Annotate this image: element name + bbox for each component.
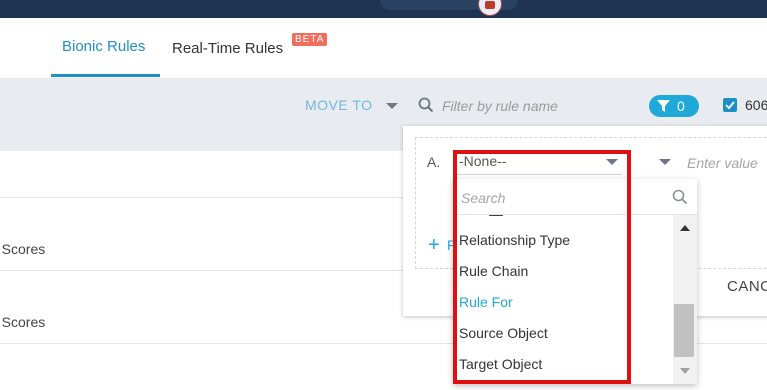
field-dropdown: Relationship Type Rule Chain Rule For So… [453, 179, 697, 384]
dropdown-options: Relationship Type Rule Chain Rule For So… [453, 215, 673, 384]
filter-count: 0 [677, 98, 685, 114]
dropdown-search [453, 179, 697, 215]
scrollbar-thumb[interactable] [674, 304, 694, 357]
field-select-value: -None-- [459, 153, 507, 169]
user-avatar[interactable] [478, 0, 502, 16]
filter-toggle-button[interactable]: 0 [649, 95, 699, 117]
cancel-button[interactable]: CANC [727, 278, 767, 295]
top-nav-bar [0, 0, 767, 18]
dropdown-option[interactable]: Target Object [459, 356, 542, 372]
tab-bionic-rules[interactable]: Bionic Rules [62, 38, 145, 55]
filter-rule-name-input[interactable] [440, 95, 619, 117]
select-all-checkbox[interactable] [723, 98, 737, 112]
dropdown-option[interactable]: Relationship Type [459, 232, 570, 248]
active-tab-indicator [51, 74, 160, 77]
rule-count: 606 [745, 97, 767, 113]
move-to-button[interactable]: MOVE TO [305, 97, 373, 113]
beta-badge: BETA [292, 33, 328, 46]
tab-real-time-rules[interactable]: Real-Time Rules [172, 40, 283, 57]
partial-option [489, 215, 503, 216]
dropdown-option-selected[interactable]: Rule For [459, 294, 513, 310]
dropdown-search-input[interactable] [459, 187, 663, 209]
rules-tabs: Bionic Rules Real-Time Rules BETA [0, 18, 767, 78]
scroll-up-icon[interactable] [680, 225, 690, 231]
add-condition-plus-icon[interactable]: + [428, 234, 440, 257]
scroll-down-icon[interactable] [680, 368, 690, 374]
rule-name-filter [418, 95, 619, 117]
dropdown-scrollbar[interactable] [673, 215, 697, 384]
filter-icon [657, 100, 670, 112]
dropdown-option[interactable]: Rule Chain [459, 263, 528, 279]
condition-value-input[interactable] [685, 152, 767, 174]
search-icon [672, 189, 688, 205]
condition-label: A. [427, 154, 441, 170]
search-icon [418, 97, 434, 113]
check-icon [725, 101, 735, 110]
field-select[interactable]: -None-- [457, 148, 622, 175]
chevron-down-icon [606, 159, 618, 165]
dropdown-option[interactable]: Source Object [459, 325, 548, 341]
operator-chevron-down-icon[interactable] [659, 159, 671, 165]
chevron-down-icon[interactable] [386, 103, 398, 109]
